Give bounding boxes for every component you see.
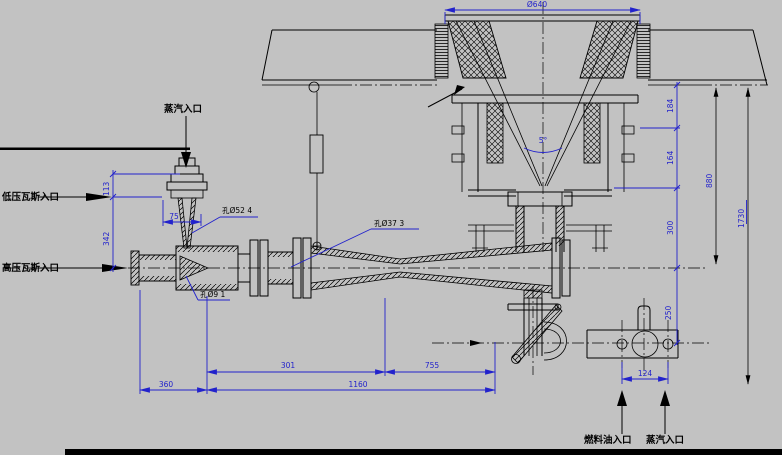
dim-gland-width: 75 (169, 212, 179, 221)
dim-span-inlet: 360 (159, 380, 174, 389)
dim-top-diameter: Ø640 (527, 0, 547, 9)
dim-right-1: 184 (666, 98, 675, 113)
dim-span-valve-to-flange: 301 (281, 361, 296, 370)
turnbuckle (310, 135, 323, 173)
cad-drawing-viewport: 蒸汽入口 低压瓦斯入口 高压瓦斯入口 燃料油入口 蒸汽入口 孔Ø52 4 孔Ø3… (0, 0, 782, 455)
steam-inlet-bottom-label: 蒸汽入口 (646, 434, 684, 446)
fuel-oil-inlet-label: 燃料油入口 (584, 434, 632, 446)
hole-note-throat: 孔Ø37 3 (374, 219, 404, 228)
dim-height-a: 880 (705, 173, 714, 188)
steam-inlet-top-label: 蒸汽入口 (164, 103, 202, 115)
dim-cone-angle: 5° (539, 136, 548, 145)
dim-height-b: 1730 (737, 209, 746, 228)
dim-span-to-drain: 755 (425, 361, 440, 370)
dim-right-2: 164 (666, 150, 675, 165)
dim-right-4: 250 (664, 305, 673, 320)
burner-ejector-assembly-drawing: 蒸汽入口 低压瓦斯入口 高压瓦斯入口 燃料油入口 蒸汽入口 孔Ø52 4 孔Ø3… (0, 0, 782, 455)
dim-left-upper: 113 (102, 181, 111, 196)
dim-right-3: 300 (666, 220, 675, 235)
hole-note-seat: 孔Ø9 1 (200, 290, 226, 299)
hole-note-gland: 孔Ø52 4 (222, 206, 252, 215)
dim-span-total: 1160 (348, 380, 367, 389)
dim-left-lower: 342 (102, 231, 111, 246)
dim-bolt-spacing: 124 (638, 369, 653, 378)
